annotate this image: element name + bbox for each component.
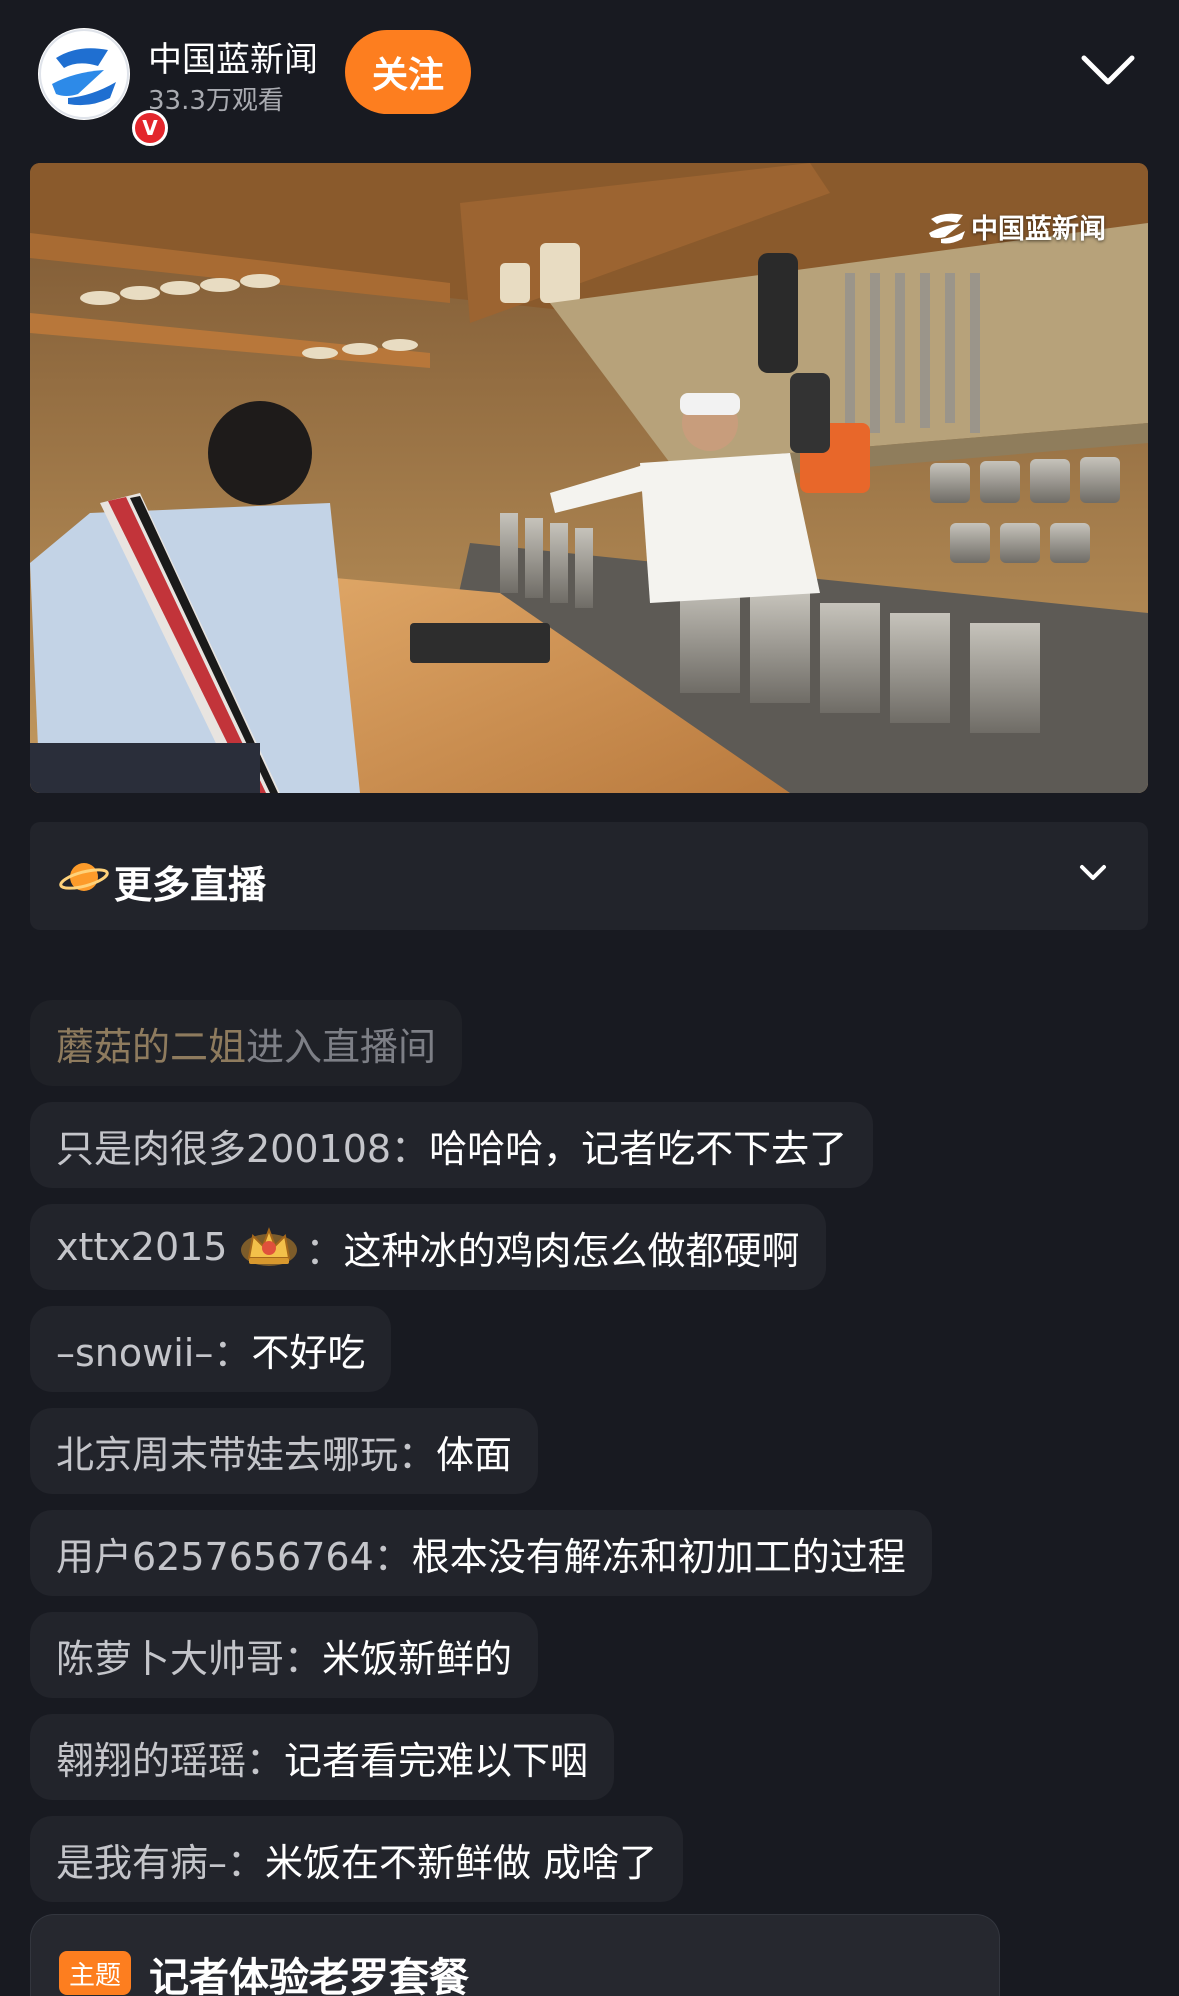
chevron-down-icon[interactable] <box>1078 862 1108 884</box>
chat-username[interactable]: 北京周末带娃去哪玩： <box>56 1424 436 1479</box>
chat-message: 翱翔的瑶瑶： 记者看完难以下咽 <box>30 1714 615 1800</box>
chat-username[interactable]: xttx2015 <box>56 1225 227 1269</box>
live-video-player[interactable]: 中国蓝新闻 <box>30 163 1148 793</box>
video-watermark: 中国蓝新闻 <box>927 207 1106 246</box>
chat-message: 只是肉很多200108： 哈哈哈，记者吃不下去了 <box>30 1102 874 1188</box>
chat-message: –snowii–： 不好吃 <box>30 1306 392 1392</box>
chat-username[interactable]: 陈萝卜大帅哥： <box>56 1628 322 1683</box>
live-header: V 中国蓝新闻 33.3万观看 关注 <box>0 0 1179 150</box>
chat-message: 北京周末带娃去哪玩： 体面 <box>30 1408 539 1494</box>
chat-username[interactable]: 只是肉很多200108： <box>56 1118 429 1173</box>
chat-message: xttx2015 ： 这种冰的鸡肉怎么做都硬啊 <box>30 1204 826 1290</box>
chat-text: 米饭新鲜的 <box>322 1636 513 1681</box>
chat-text: 米饭在不新鲜做 成啥了 <box>265 1840 658 1885</box>
viewer-count: 33.3万观看 <box>148 86 284 116</box>
topic-badge: 主题 <box>59 1951 131 1995</box>
topic-title: 记者体验老罗套餐 <box>149 1955 469 1996</box>
more-live-label: 更多直播 <box>114 863 267 907</box>
planet-icon <box>59 863 109 891</box>
chat-text: 哈哈哈，记者吃不下去了 <box>429 1126 848 1171</box>
chevron-down-icon[interactable] <box>1078 50 1138 90</box>
channel-name[interactable]: 中国蓝新闻 <box>148 32 318 81</box>
chat-username[interactable]: 是我有病–： <box>56 1832 265 1887</box>
chat-text: 体面 <box>436 1432 513 1477</box>
crown-icon <box>241 1227 298 1266</box>
chat-username[interactable]: 蘑菇的二姐 <box>56 1016 246 1071</box>
more-live-bar[interactable]: 更多直播 <box>30 822 1148 930</box>
chat-text: 进入直播间 <box>246 1024 437 1069</box>
chat-text: 记者看完难以下咽 <box>284 1738 589 1783</box>
watermark-text: 中国蓝新闻 <box>971 214 1106 245</box>
chat-username[interactable]: 用户6257656764： <box>56 1526 412 1581</box>
channel-avatar[interactable]: V <box>38 28 168 146</box>
chat-text: 这种冰的鸡肉怎么做都硬啊 <box>343 1228 800 1273</box>
zhejiang-tv-logo-icon <box>39 29 129 119</box>
follow-button[interactable]: 关注 <box>345 30 471 114</box>
chat-message: 是我有病–： 米饭在不新鲜做 成啥了 <box>30 1816 684 1902</box>
video-frame-image <box>30 163 1148 793</box>
chat-text: 根本没有解冻和初加工的过程 <box>411 1534 906 1579</box>
zhejiang-tv-logo-icon <box>929 213 965 243</box>
chat-enter-notice: 蘑菇的二姐 进入直播间 <box>30 1000 463 1086</box>
topic-card[interactable]: 主题 记者体验老罗套餐 <box>30 1914 1000 1996</box>
chat-message: 用户6257656764： 根本没有解冻和初加工的过程 <box>30 1510 932 1596</box>
chat-username[interactable]: 翱翔的瑶瑶： <box>56 1730 284 1785</box>
chat-username[interactable]: –snowii–： <box>56 1322 251 1377</box>
chat-separator: ： <box>305 1228 344 1273</box>
chat-message: 陈萝卜大帅哥： 米饭新鲜的 <box>30 1612 539 1698</box>
chat-text: 不好吃 <box>251 1330 366 1375</box>
